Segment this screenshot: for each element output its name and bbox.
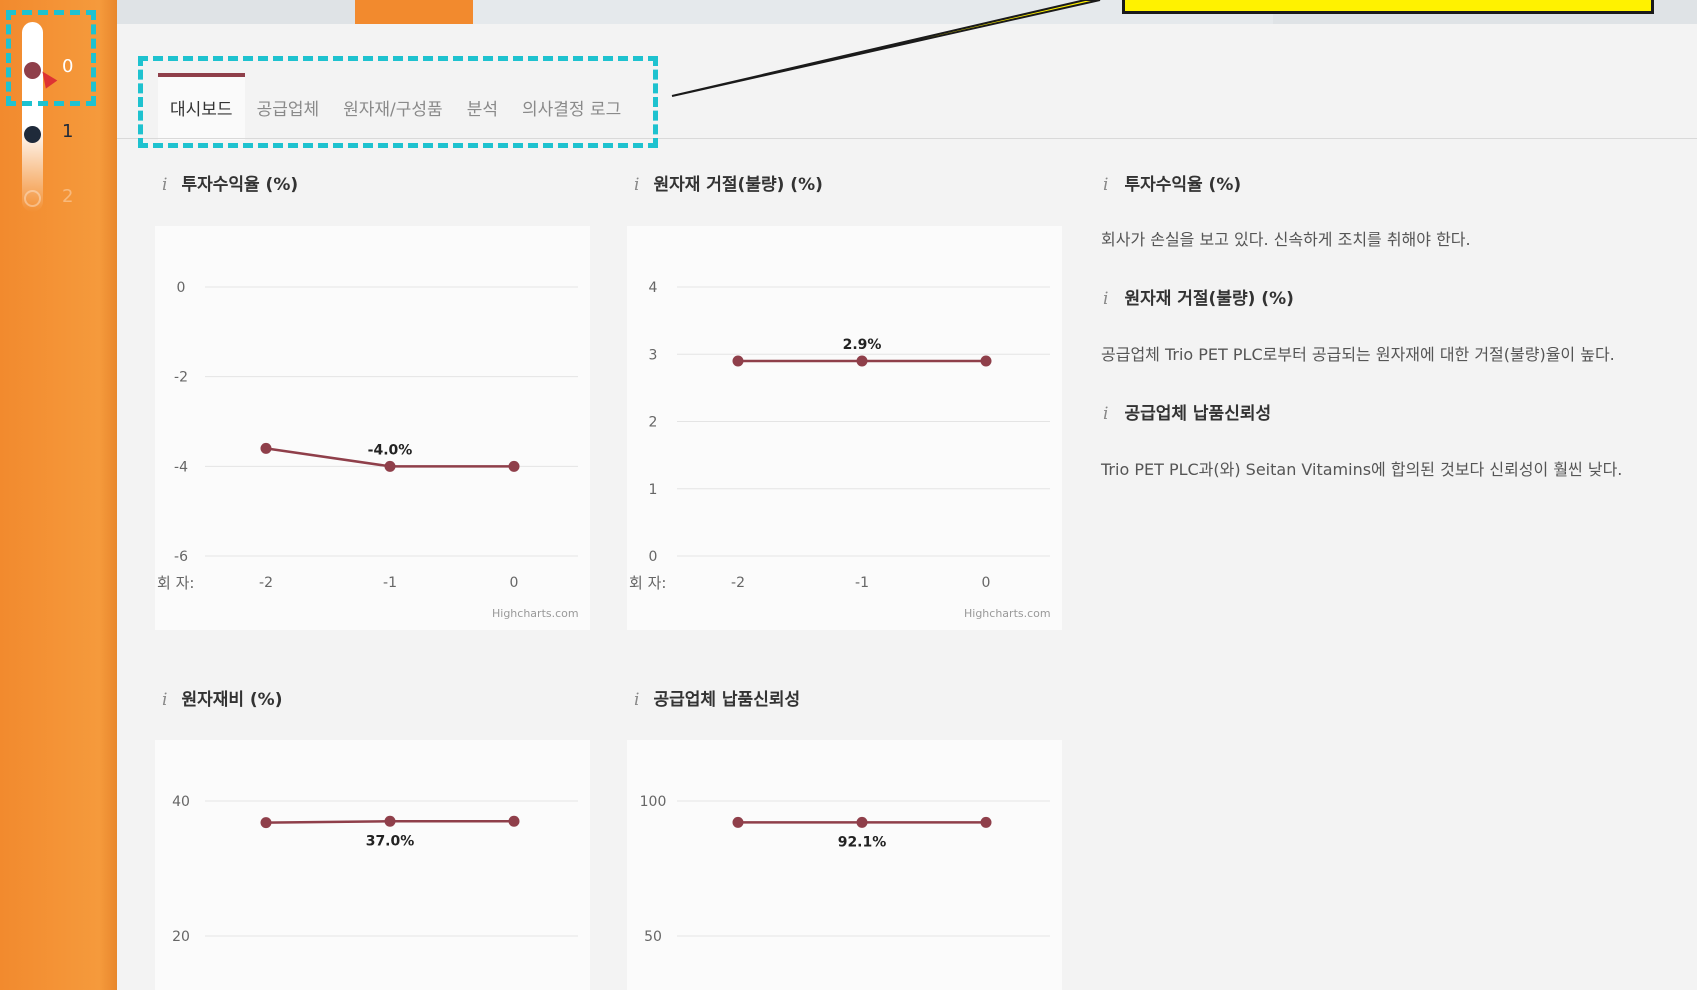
x-axis-prefix: 회 자: — [157, 574, 194, 592]
info-reject-text: 공급업체 Trio PET PLC로부터 공급되는 원자재에 대한 거절(불량)… — [1101, 345, 1615, 364]
x-tick-label: 0 — [510, 575, 519, 591]
round-1-label: 1 — [62, 121, 74, 142]
info-icon[interactable]: i — [634, 690, 639, 710]
info-roi-title: i 투자수익율 (%) — [1103, 170, 1241, 195]
x-tick-label: -1 — [855, 575, 869, 591]
x-tick-label: 0 — [982, 575, 991, 591]
data-label: -4.0% — [368, 442, 413, 458]
y-tick-label: 2 — [649, 415, 658, 431]
data-point — [384, 815, 396, 827]
data-point — [856, 816, 868, 828]
reject-chart-svg: 4 3 2 1 0 -2 -1 0 회 자: 2.9% — [629, 280, 1050, 592]
chart-credit[interactable]: Highcharts.com — [964, 607, 1051, 620]
y-tick-label: 3 — [649, 347, 658, 363]
info-reject-title-text: 원자재 거절(불량) (%) — [1124, 289, 1294, 309]
info-delivery-title-text: 공급업체 납품신뢰성 — [1124, 404, 1272, 424]
x-tick-label: -1 — [383, 575, 397, 591]
data-point — [856, 355, 868, 367]
data-point — [384, 460, 396, 472]
data-point — [732, 816, 744, 828]
x-axis-prefix: 회 자: — [629, 574, 666, 592]
material-chart: 40 20 37.0% — [155, 740, 590, 990]
reject-panel-title: i 원자재 거절(불량) (%) — [634, 170, 823, 195]
material-title-text: 원자재비 (%) — [181, 690, 283, 710]
delivery-title-text: 공급업체 납품신뢰성 — [653, 690, 801, 710]
data-label: 37.0% — [366, 833, 415, 849]
info-roi-title-text: 투자수익율 (%) — [1124, 175, 1242, 195]
info-roi-text: 회사가 손실을 보고 있다. 신속하게 조치를 취해야 한다. — [1101, 230, 1471, 249]
data-point — [980, 355, 992, 367]
info-icon: i — [1103, 404, 1109, 424]
round-highlight-box — [6, 10, 96, 106]
info-delivery-text: Trio PET PLC과(와) Seitan Vitamins에 합의된 것보… — [1101, 460, 1623, 479]
material-chart-svg: 40 20 37.0% — [172, 794, 578, 945]
data-point — [260, 817, 272, 829]
y-tick-label: -6 — [174, 549, 188, 565]
data-point — [508, 460, 520, 472]
reject-chart: 4 3 2 1 0 -2 -1 0 회 자: 2.9% Highcharts.com — [627, 226, 1062, 630]
roi-chart-svg: 0 -2 -4 -6 -2 -1 0 회 자: -4.0% — [157, 280, 578, 592]
y-tick-label: -2 — [174, 370, 188, 386]
x-tick-label: -2 — [731, 575, 745, 591]
y-tick-label: 20 — [172, 929, 190, 945]
data-point — [732, 355, 744, 367]
info-icon[interactable]: i — [162, 690, 167, 710]
roi-panel-title: i 투자수익율 (%) — [162, 170, 298, 195]
x-tick-label: -2 — [259, 575, 273, 591]
y-tick-label: -4 — [174, 459, 188, 475]
reject-title-text: 원자재 거절(불량) (%) — [653, 175, 823, 195]
tabs-highlight-box — [138, 56, 658, 148]
y-tick-label: 4 — [649, 280, 658, 296]
delivery-panel-title: i 공급업체 납품신뢰성 — [634, 685, 800, 710]
info-reject-title: i 원자재 거절(불량) (%) — [1103, 284, 1294, 309]
data-point — [260, 442, 272, 454]
y-tick-label: 0 — [649, 549, 658, 565]
chart-credit[interactable]: Highcharts.com — [492, 607, 579, 620]
delivery-chart: 100 50 92.1% — [627, 740, 1062, 990]
info-icon[interactable]: i — [162, 175, 167, 195]
top-bar-active-segment — [355, 0, 473, 24]
info-icon[interactable]: i — [634, 175, 639, 195]
y-tick-label: 100 — [640, 794, 667, 810]
data-label: 92.1% — [838, 834, 887, 850]
y-tick-label: 50 — [644, 929, 662, 945]
round-2-dot[interactable] — [24, 190, 41, 207]
round-1-dot[interactable] — [24, 126, 41, 143]
y-tick-label: 1 — [649, 482, 658, 498]
info-icon: i — [1103, 175, 1109, 195]
roi-title-text: 투자수익율 (%) — [181, 175, 299, 195]
material-panel-title: i 원자재비 (%) — [162, 685, 283, 710]
callout-box — [1122, 0, 1654, 14]
info-icon: i — [1103, 289, 1109, 309]
round-2-label: 2 — [62, 186, 74, 207]
round-sidebar: 0 1 2 — [0, 0, 117, 990]
y-tick-label: 40 — [172, 794, 190, 810]
roi-chart: 0 -2 -4 -6 -2 -1 0 회 자: -4.0% Highcharts.com — [155, 226, 590, 630]
data-label: 2.9% — [843, 337, 882, 353]
data-point — [980, 816, 992, 828]
y-tick-label: 0 — [177, 280, 186, 296]
info-delivery-title: i 공급업체 납품신뢰성 — [1103, 399, 1271, 424]
delivery-chart-svg: 100 50 92.1% — [640, 794, 1050, 945]
data-point — [508, 815, 520, 827]
